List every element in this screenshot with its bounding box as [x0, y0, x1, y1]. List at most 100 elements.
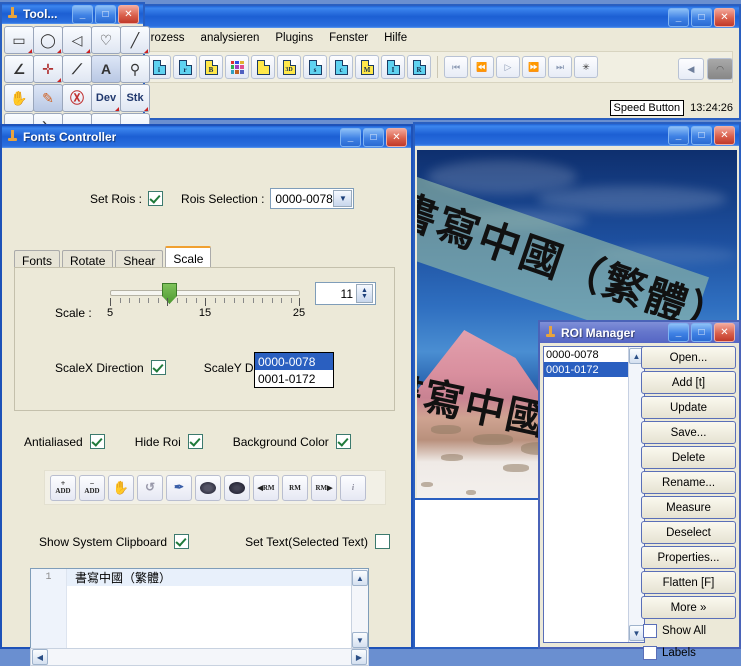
- scale-slider[interactable]: 5 15 25: [110, 290, 300, 319]
- set-text-field[interactable]: Set Text(Selected Text): [245, 534, 390, 549]
- scale-spinner[interactable]: 11 ▲▼: [315, 282, 376, 305]
- tool-close-button[interactable]: ✕: [118, 5, 139, 24]
- point-tool[interactable]: ✛: [33, 55, 63, 83]
- doc-icon-b[interactable]: B: [199, 55, 223, 79]
- magnifier-tool[interactable]: ⚲: [120, 55, 150, 83]
- image-minimize-button[interactable]: _: [668, 126, 689, 145]
- menu-plugins[interactable]: Plugins: [275, 32, 313, 44]
- dropdown-option-1[interactable]: 0001-0172: [255, 370, 333, 387]
- roi-deselect-button[interactable]: Deselect: [641, 521, 736, 544]
- rm-prev-icon[interactable]: ◀RM: [253, 475, 279, 501]
- slider-track[interactable]: [110, 290, 300, 296]
- minimize-button[interactable]: _: [668, 8, 689, 27]
- rm-icon[interactable]: RM: [282, 475, 308, 501]
- fc-minimize-button[interactable]: _: [340, 128, 361, 147]
- background-color-field[interactable]: Background Color: [233, 434, 351, 449]
- image-close-button[interactable]: ✕: [714, 126, 735, 145]
- fast-forward-icon[interactable]: ⏩: [522, 56, 546, 78]
- brush-icon[interactable]: ✒: [166, 475, 192, 501]
- show-clipboard-checkbox[interactable]: [174, 534, 189, 549]
- doc-icon-c[interactable]: c: [329, 55, 353, 79]
- doc-icon-i2[interactable]: I: [381, 55, 405, 79]
- stop-tool[interactable]: Ⓧ: [62, 84, 92, 112]
- line-tool[interactable]: ╱: [120, 26, 150, 54]
- doc-icon-i[interactable]: i: [147, 55, 171, 79]
- editor-text-area[interactable]: 書寫中國（繁體）: [67, 569, 351, 649]
- roi-properties-button[interactable]: Properties...: [641, 546, 736, 569]
- roi-maximize-button[interactable]: □: [691, 323, 712, 342]
- scalex-checkbox[interactable]: [151, 360, 166, 375]
- blank-page-icon[interactable]: [251, 55, 275, 79]
- roi-show-all-checkbox[interactable]: [643, 624, 657, 638]
- tool-maximize-button[interactable]: □: [95, 5, 116, 24]
- hand-tool[interactable]: ✋: [4, 84, 34, 112]
- fc-maximize-button[interactable]: □: [363, 128, 384, 147]
- polygon-tool[interactable]: ◁: [62, 26, 92, 54]
- spinner-arrows-icon[interactable]: ▲▼: [356, 284, 373, 303]
- hand-paint-icon[interactable]: ✋: [108, 475, 134, 501]
- dev-tool[interactable]: Dev: [91, 84, 121, 112]
- roi-measure-button[interactable]: Measure: [641, 496, 736, 519]
- hide-roi-field[interactable]: Hide Roi: [135, 434, 203, 449]
- scroll-up-icon[interactable]: ▲: [352, 570, 368, 586]
- first-frame-icon[interactable]: ⏮: [444, 56, 468, 78]
- play-icon[interactable]: ▷: [496, 56, 520, 78]
- stk-tool[interactable]: Stk: [120, 84, 150, 112]
- hide-roi-checkbox[interactable]: [188, 434, 203, 449]
- roi-minimize-button[interactable]: _: [668, 323, 689, 342]
- roi-close-button[interactable]: ✕: [714, 323, 735, 342]
- maximize-button[interactable]: □: [691, 8, 712, 27]
- dropper-tool[interactable]: ✎: [33, 84, 63, 112]
- set-text-checkbox[interactable]: [375, 534, 390, 549]
- angle-tool[interactable]: ∠: [4, 55, 34, 83]
- editor-line-1[interactable]: 書寫中國（繁體）: [67, 569, 351, 586]
- roi-add-button[interactable]: Add [t]: [641, 371, 736, 394]
- rois-selection-dropdown[interactable]: 0000-0078 0001-0172: [254, 352, 334, 388]
- scroll-down-icon[interactable]: ▼: [352, 632, 368, 648]
- scroll-right-icon[interactable]: ▶: [351, 649, 367, 665]
- roi-delete-button[interactable]: Delete: [641, 446, 736, 469]
- fc-close-button[interactable]: ✕: [386, 128, 407, 147]
- background-color-checkbox[interactable]: [336, 434, 351, 449]
- show-clipboard-field[interactable]: Show System Clipboard: [39, 534, 189, 549]
- roi-open-button[interactable]: Open...: [641, 346, 736, 369]
- roi-labels-field[interactable]: Labels: [641, 643, 736, 663]
- roi-flatten-button[interactable]: Flatten [F]: [641, 571, 736, 594]
- dropdown-option-0[interactable]: 0000-0078: [255, 353, 333, 370]
- eye-closed-icon[interactable]: [224, 475, 250, 501]
- chevron-down-icon[interactable]: ▼: [333, 190, 352, 207]
- roi-update-button[interactable]: Update: [641, 396, 736, 419]
- wand-tool[interactable]: ⟋: [62, 55, 92, 83]
- undo-icon[interactable]: ↺: [137, 475, 163, 501]
- menu-hilfe[interactable]: Hilfe: [384, 32, 407, 44]
- editor-vertical-scrollbar[interactable]: ▲ ▼: [351, 569, 368, 649]
- roi-rename-button[interactable]: Rename...: [641, 471, 736, 494]
- menu-fenster[interactable]: Fenster: [329, 32, 368, 44]
- oval-tool[interactable]: ◯: [33, 26, 63, 54]
- rectangle-tool[interactable]: ▭: [4, 26, 34, 54]
- antialiased-checkbox[interactable]: [90, 434, 105, 449]
- doc-icon-m[interactable]: M: [355, 55, 379, 79]
- close-button[interactable]: ✕: [714, 8, 735, 27]
- doc-icon-3d[interactable]: 3D: [277, 55, 301, 79]
- set-rois-checkbox[interactable]: [148, 191, 163, 206]
- rm-next-icon[interactable]: RM▶: [311, 475, 337, 501]
- scroll-left-icon[interactable]: ◀: [32, 649, 48, 665]
- speed-button-icon[interactable]: ✳: [574, 56, 598, 78]
- roi-list[interactable]: 0000-0078 0001-0172 ▲ ▼: [543, 346, 645, 643]
- roi-show-all-field[interactable]: Show All: [641, 621, 736, 641]
- doc-icon-r2[interactable]: R: [407, 55, 431, 79]
- roi-labels-checkbox[interactable]: [643, 646, 657, 660]
- prev-arrow-icon[interactable]: ◀: [678, 58, 704, 80]
- text-editor[interactable]: 1 書寫中國（繁體） ▲ ▼: [30, 568, 369, 650]
- freehand-tool[interactable]: ♡: [91, 26, 121, 54]
- last-frame-icon[interactable]: ⏭: [548, 56, 572, 78]
- menu-analysieren[interactable]: analysieren: [201, 32, 260, 44]
- scalex-direction-field[interactable]: ScaleX Direction: [55, 360, 166, 375]
- doc-icon-s[interactable]: s: [303, 55, 327, 79]
- roi-more-button[interactable]: More »: [641, 596, 736, 619]
- rewind-icon[interactable]: ⏪: [470, 56, 494, 78]
- editor-horizontal-scrollbar[interactable]: ◀ ▶: [30, 648, 369, 666]
- text-tool[interactable]: A: [91, 55, 121, 83]
- antialiased-field[interactable]: Antialiased: [24, 434, 105, 449]
